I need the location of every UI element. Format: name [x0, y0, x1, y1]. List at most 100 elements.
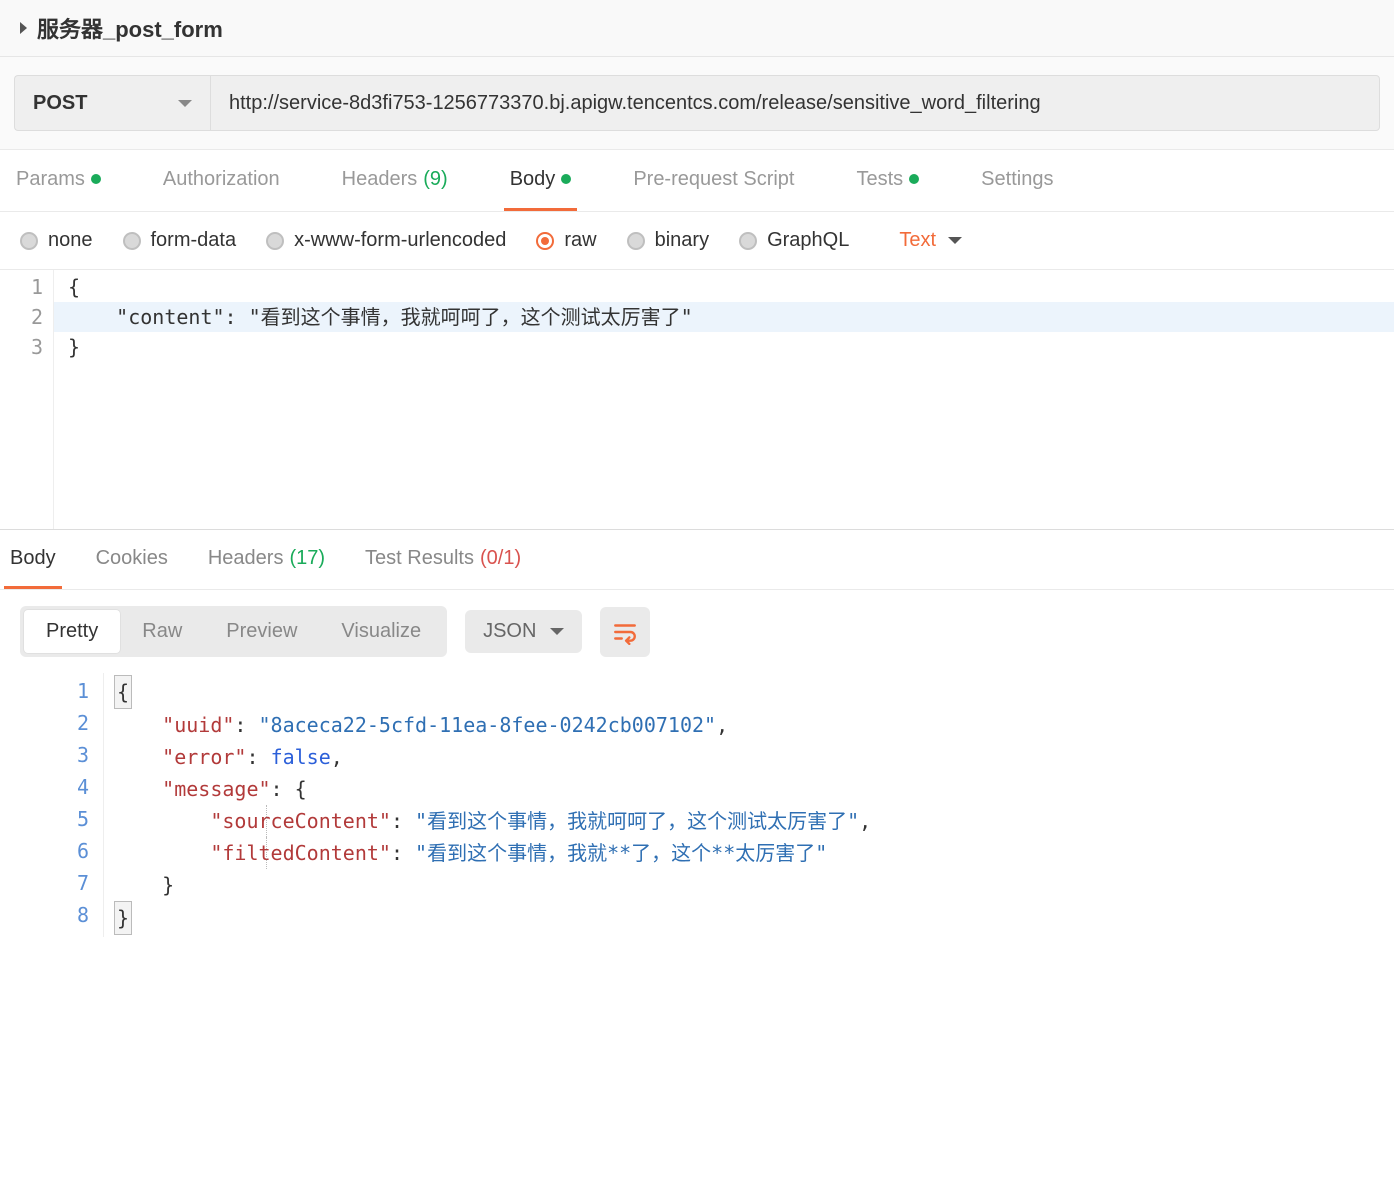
code-line: {: [104, 675, 1394, 709]
res-tab-body[interactable]: Body: [4, 530, 62, 589]
res-tab-headers[interactable]: Headers (17): [202, 530, 331, 589]
res-tab-testresults-label: Test Results: [365, 547, 474, 570]
view-mode-segmented: Pretty Raw Preview Visualize: [20, 606, 447, 657]
body-opt-binary-label: binary: [655, 229, 709, 252]
code-line: "message": {: [104, 773, 1394, 805]
line-number: 5: [0, 803, 89, 835]
body-opt-formdata[interactable]: form-data: [123, 229, 237, 252]
content-type-label: Text: [899, 229, 936, 252]
editor-code[interactable]: { "content": "看到这个事情，我就呵呵了，这个测试太厉害了" }: [54, 270, 1394, 529]
http-method-select[interactable]: POST: [14, 75, 210, 131]
body-opt-raw[interactable]: raw: [536, 229, 596, 252]
view-pretty-label: Pretty: [46, 620, 98, 642]
res-tab-cookies[interactable]: Cookies: [90, 530, 174, 589]
res-tab-testresults[interactable]: Test Results (0/1): [359, 530, 527, 589]
body-opt-binary[interactable]: binary: [627, 229, 709, 252]
tab-prerequest[interactable]: Pre-request Script: [627, 150, 800, 211]
editor-gutter: 1 2 3: [0, 270, 54, 529]
line-number: 1: [0, 272, 43, 302]
wrap-icon: [612, 619, 638, 645]
url-input[interactable]: http://service-8d3fi753-1256773370.bj.ap…: [210, 75, 1380, 131]
body-opt-graphql[interactable]: GraphQL: [739, 229, 849, 252]
tab-params-label: Params: [16, 168, 85, 191]
code-line: "sourceContent": "看到这个事情，我就呵呵了，这个测试太厉害了"…: [104, 805, 1394, 837]
response-tabs: Body Cookies Headers (17) Test Results (…: [0, 530, 1394, 590]
view-visualize[interactable]: Visualize: [319, 610, 443, 653]
line-number: 7: [0, 867, 89, 899]
radio-icon: [266, 232, 284, 250]
res-tab-headers-label: Headers: [208, 547, 284, 570]
view-preview[interactable]: Preview: [204, 610, 319, 653]
radio-icon: [739, 232, 757, 250]
body-opt-xwww[interactable]: x-www-form-urlencoded: [266, 229, 506, 252]
tab-prereq-label: Pre-request Script: [633, 168, 794, 191]
content-type-select[interactable]: Text: [899, 229, 962, 252]
line-number: 2: [0, 302, 43, 332]
request-tabs: Params Authorization Headers (9) Body Pr…: [0, 150, 1394, 212]
tab-settings-label: Settings: [981, 168, 1053, 191]
res-tab-body-label: Body: [10, 547, 56, 570]
code-line: {: [54, 272, 1394, 302]
tab-params[interactable]: Params: [10, 150, 107, 211]
tab-tests-label: Tests: [856, 168, 903, 191]
line-number: 2: [0, 707, 89, 739]
body-opt-raw-label: raw: [564, 229, 596, 252]
body-opt-xwww-label: x-www-form-urlencoded: [294, 229, 506, 252]
tab-body-label: Body: [510, 168, 556, 191]
radio-icon: [627, 232, 645, 250]
code-line: "filtedContent": "看到这个事情，我就**了，这个**太厉害了": [104, 837, 1394, 869]
request-title-bar[interactable]: 服务器_post_form: [0, 0, 1394, 57]
chevron-down-icon: [948, 237, 962, 244]
radio-icon: [123, 232, 141, 250]
code-line: "error": false,: [104, 741, 1394, 773]
method-url-row: POST http://service-8d3fi753-1256773370.…: [0, 57, 1394, 150]
radio-icon: [20, 232, 38, 250]
line-number: 3: [0, 332, 43, 362]
view-pretty[interactable]: Pretty: [24, 610, 120, 653]
tab-headers[interactable]: Headers (9): [336, 150, 454, 211]
line-number: 1: [0, 675, 89, 707]
http-method-label: POST: [33, 92, 87, 115]
tab-tests[interactable]: Tests: [850, 150, 925, 211]
collapse-caret-icon: [20, 22, 27, 34]
dot-icon: [91, 174, 101, 184]
dot-icon: [561, 174, 571, 184]
line-number: 6: [0, 835, 89, 867]
response-toolbar: Pretty Raw Preview Visualize JSON: [0, 590, 1394, 673]
tab-auth-label: Authorization: [163, 168, 280, 191]
code-line: }: [104, 901, 1394, 935]
chevron-down-icon: [550, 628, 564, 635]
view-visualize-label: Visualize: [341, 620, 421, 642]
body-opt-none[interactable]: none: [20, 229, 93, 252]
res-tab-cookies-label: Cookies: [96, 547, 168, 570]
request-body-editor[interactable]: 1 2 3 { "content": "看到这个事情，我就呵呵了，这个测试太厉害…: [0, 270, 1394, 530]
body-opt-graphql-label: GraphQL: [767, 229, 849, 252]
dot-icon: [909, 174, 919, 184]
wrap-lines-button[interactable]: [600, 607, 650, 657]
body-opt-formdata-label: form-data: [151, 229, 237, 252]
code-line: }: [104, 869, 1394, 901]
res-headers-count: (17): [289, 547, 325, 570]
res-testresults-count: (0/1): [480, 547, 521, 570]
code-line: "uuid": "8aceca22-5cfd-11ea-8fee-0242cb0…: [104, 709, 1394, 741]
viewer-code[interactable]: { "uuid": "8aceca22-5cfd-11ea-8fee-0242c…: [104, 673, 1394, 937]
headers-count: (9): [423, 168, 447, 191]
url-text: http://service-8d3fi753-1256773370.bj.ap…: [229, 92, 1041, 115]
tab-headers-label: Headers: [342, 168, 418, 191]
code-line: }: [54, 332, 1394, 362]
tab-body[interactable]: Body: [504, 150, 578, 211]
chevron-down-icon: [178, 100, 192, 107]
view-raw[interactable]: Raw: [120, 610, 204, 653]
view-raw-label: Raw: [142, 620, 182, 642]
radio-icon: [536, 232, 554, 250]
body-type-options: none form-data x-www-form-urlencoded raw…: [0, 212, 1394, 270]
request-name: 服务器_post_form: [37, 12, 223, 44]
tab-authorization[interactable]: Authorization: [157, 150, 286, 211]
tab-settings[interactable]: Settings: [975, 150, 1059, 211]
view-preview-label: Preview: [226, 620, 297, 642]
line-number: 4: [0, 771, 89, 803]
response-format-label: JSON: [483, 620, 536, 643]
line-number: 8: [0, 899, 89, 931]
response-body-viewer[interactable]: 1 2 3 4 5 6 7 8 { "uuid": "8aceca22-5cfd…: [0, 673, 1394, 937]
response-format-select[interactable]: JSON: [465, 610, 582, 653]
